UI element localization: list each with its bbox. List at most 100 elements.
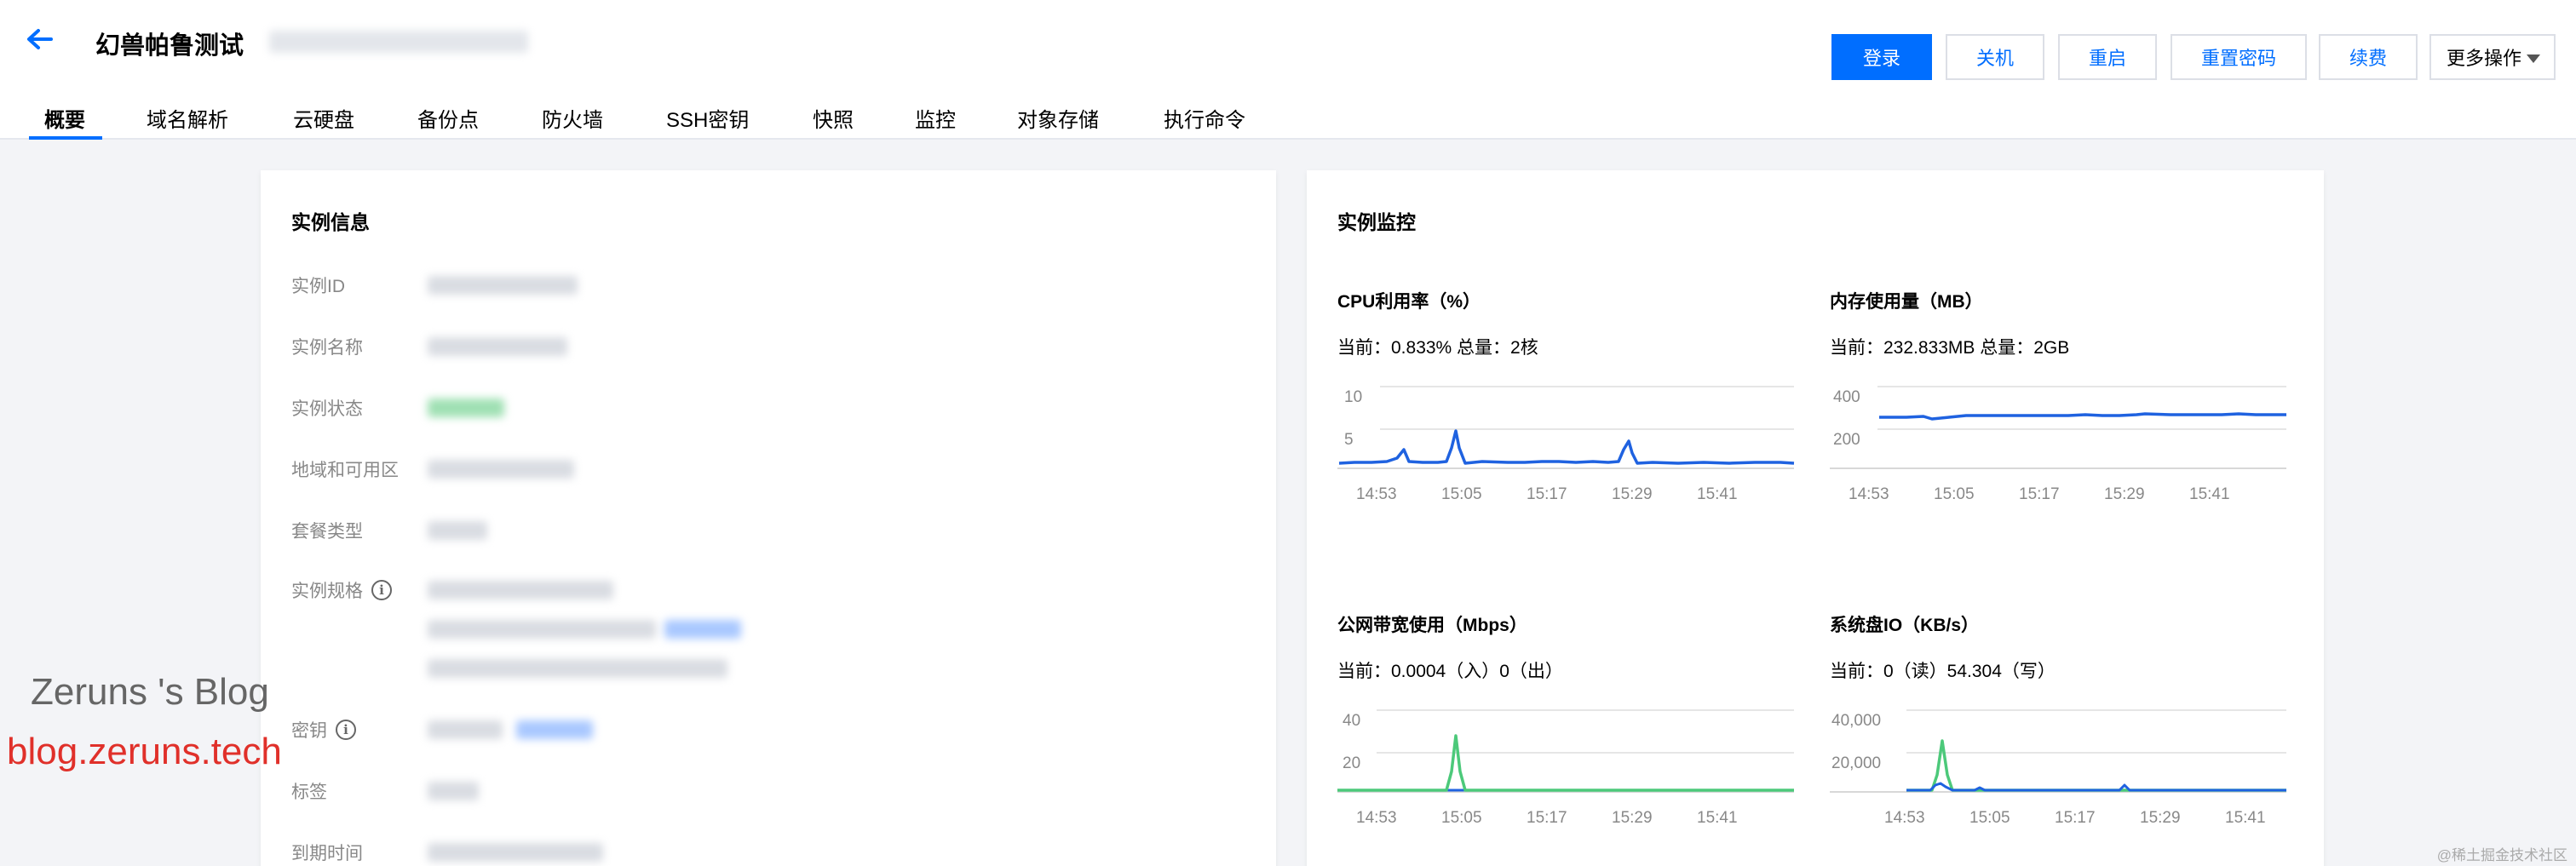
disk-io-x-tick: 15:41 <box>2225 809 2266 827</box>
tab-dns[interactable]: 域名解析 <box>147 100 228 140</box>
memory-series-line <box>1879 412 2286 421</box>
tab-snapshot[interactable]: 快照 <box>813 100 854 140</box>
bandwidth-y-tick-40: 40 <box>1343 712 1360 730</box>
value-expire-redacted <box>428 843 603 862</box>
spec-info-icon[interactable]: i <box>371 580 392 601</box>
memory-x-tick: 15:05 <box>1934 485 1975 503</box>
reset-password-button[interactable]: 重置密码 <box>2171 34 2307 80</box>
value-instance-status-redacted <box>428 399 504 417</box>
memory-x-tick: 14:53 <box>1849 485 1889 503</box>
bandwidth-chart: 40 20 14:53 15:05 15:17 15:29 15:41 <box>1337 703 1797 831</box>
page-title: 幻兽帕鲁测试 <box>95 32 244 60</box>
instance-monitor-title: 实例监控 <box>1337 211 1416 233</box>
bandwidth-in-series-line <box>1337 734 1794 792</box>
tab-ssh-key[interactable]: SSH密钥 <box>666 100 749 140</box>
disk-io-read-series-line <box>1906 739 2286 792</box>
disk-io-x-tick: 15:29 <box>2140 809 2181 827</box>
value-spec-bandwidth-redacted <box>428 659 727 678</box>
cpu-x-tick: 15:17 <box>1527 485 1567 503</box>
restart-button[interactable]: 重启 <box>2058 34 2157 80</box>
instance-info-card: 实例信息 实例ID 实例名称 实例状态 地域和可用区 套餐类型 实例规格 i 密钥… <box>261 170 1276 866</box>
cpu-x-tick: 14:53 <box>1356 485 1397 503</box>
label-instance-id: 实例ID <box>291 277 345 296</box>
tab-monitor[interactable]: 监控 <box>915 100 956 140</box>
tab-firewall[interactable]: 防火墙 <box>542 100 603 140</box>
cpu-current-value: 当前：0.833% 总量：2核 <box>1337 338 1538 358</box>
value-tag-redacted <box>428 782 479 800</box>
memory-x-tick: 15:29 <box>2104 485 2145 503</box>
disk-io-x-ticks: 14:53 15:05 15:17 15:29 15:41 <box>1884 809 2266 827</box>
value-key-link-redacted[interactable] <box>516 720 593 739</box>
label-spec-text: 实例规格 <box>291 582 363 601</box>
caret-down-icon <box>2527 54 2540 63</box>
value-key-redacted <box>428 720 503 739</box>
bandwidth-chart-title: 公网带宽使用（Mbps） <box>1337 616 1527 635</box>
disk-io-y-tick-40000: 40,000 <box>1831 712 1881 730</box>
disk-io-y-tick-20000: 20,000 <box>1831 754 1881 772</box>
bandwidth-x-tick: 15:17 <box>1527 809 1567 827</box>
disk-io-x-tick: 14:53 <box>1884 809 1925 827</box>
bandwidth-current-value: 当前：0.0004（入）0（出） <box>1337 662 1563 681</box>
label-region: 地域和可用区 <box>291 461 399 480</box>
disk-io-x-tick: 15:17 <box>2055 809 2096 827</box>
disk-io-chart: 40,000 20,000 14:53 15:05 15:17 15:29 15… <box>1830 703 2290 831</box>
value-instance-id-redacted <box>428 276 578 295</box>
disk-io-x-tick: 15:05 <box>1969 809 2010 827</box>
bandwidth-y-tick-20: 20 <box>1343 754 1360 772</box>
memory-chart-title: 内存使用量（MB） <box>1830 292 1983 312</box>
label-tag: 标签 <box>291 783 327 802</box>
tab-object-storage[interactable]: 对象存储 <box>1017 100 1099 140</box>
watermark-blog-url: blog.zeruns.tech <box>7 731 282 772</box>
bandwidth-x-tick: 14:53 <box>1356 809 1397 827</box>
key-info-icon[interactable]: i <box>336 720 356 741</box>
tab-backup[interactable]: 备份点 <box>417 100 479 140</box>
cpu-x-tick: 15:41 <box>1697 485 1738 503</box>
label-key: 密钥 i <box>291 717 356 743</box>
label-instance-name: 实例名称 <box>291 338 363 358</box>
memory-y-tick-200: 200 <box>1833 431 1860 449</box>
cpu-x-tick: 15:29 <box>1612 485 1653 503</box>
renew-button[interactable]: 续费 <box>2319 34 2418 80</box>
instance-subtitle-redacted <box>269 31 528 53</box>
cpu-chart: 10 5 14:53 15:05 15:17 15:29 15:41 <box>1337 380 1797 508</box>
tab-cloud-disk[interactable]: 云硬盘 <box>293 100 354 140</box>
instance-monitor-card: 实例监控 CPU利用率（%） 当前：0.833% 总量：2核 10 5 14:5… <box>1307 170 2324 866</box>
memory-x-tick: 15:41 <box>2189 485 2230 503</box>
value-spec-cpu-redacted <box>428 581 613 599</box>
watermark-blog-name: Zeruns 's Blog <box>31 671 269 713</box>
back-arrow-icon[interactable] <box>22 22 56 56</box>
more-actions-dropdown[interactable]: 更多操作 <box>2429 34 2556 80</box>
value-region-redacted <box>428 460 574 479</box>
disk-io-chart-title: 系统盘IO（KB/s） <box>1830 616 1980 635</box>
cpu-series-line <box>1338 429 1795 465</box>
bandwidth-x-ticks: 14:53 15:05 15:17 15:29 15:41 <box>1356 809 1738 827</box>
shutdown-button[interactable]: 关机 <box>1946 34 2044 80</box>
cpu-x-tick: 15:05 <box>1441 485 1482 503</box>
memory-y-tick-400: 400 <box>1833 388 1860 406</box>
login-button[interactable]: 登录 <box>1831 34 1932 80</box>
value-spec-link-redacted[interactable] <box>664 620 741 639</box>
value-package-redacted <box>428 521 487 540</box>
label-key-text: 密钥 <box>291 721 327 741</box>
tab-run-command[interactable]: 执行命令 <box>1164 100 1245 140</box>
label-expire: 到期时间 <box>291 844 363 863</box>
tab-overview[interactable]: 概要 <box>29 100 102 140</box>
label-package: 套餐类型 <box>291 522 363 542</box>
more-actions-label: 更多操作 <box>2447 48 2522 69</box>
disk-io-current-value: 当前：0（读）54.304（写） <box>1830 662 2056 681</box>
value-instance-name-redacted <box>428 337 567 356</box>
instance-info-title: 实例信息 <box>291 211 370 233</box>
cpu-chart-title: CPU利用率（%） <box>1337 292 1481 312</box>
bandwidth-x-tick: 15:05 <box>1441 809 1482 827</box>
memory-current-value: 当前：232.833MB 总量：2GB <box>1830 338 2070 358</box>
watermark-corner: @稀土掘金技术社区 <box>2436 847 2567 863</box>
memory-x-tick: 15:17 <box>2019 485 2060 503</box>
value-spec-disk-redacted <box>428 620 656 639</box>
cpu-y-tick-5: 5 <box>1344 431 1354 449</box>
bandwidth-x-tick: 15:41 <box>1697 809 1738 827</box>
memory-chart: 400 200 14:53 15:05 15:17 15:29 15:41 <box>1830 380 2290 508</box>
disk-io-write-series-line <box>1906 782 2286 792</box>
cpu-y-tick-10: 10 <box>1344 388 1362 406</box>
page-header: 幻兽帕鲁测试 登录 关机 重启 重置密码 续费 更多操作 概要 域名解析 云硬盘… <box>0 0 2576 140</box>
active-tab-indicator <box>29 136 102 140</box>
